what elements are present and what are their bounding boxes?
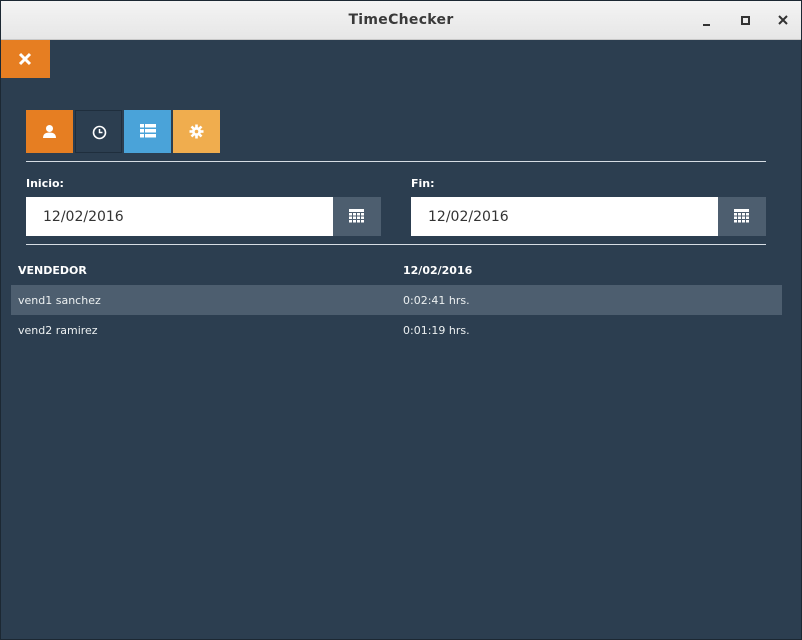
maximize-icon	[741, 16, 750, 25]
divider	[26, 244, 766, 245]
close-icon	[18, 52, 32, 66]
vendor-cell: vend2 ramirez	[18, 324, 98, 337]
table-row[interactable]: vend1 sanchez 0:02:41 hrs.	[11, 285, 782, 315]
time-report-button[interactable]	[75, 110, 122, 153]
window-title: TimeChecker	[348, 12, 454, 28]
window-close-button[interactable]	[772, 9, 794, 31]
vendor-cell: vend1 sanchez	[18, 294, 101, 307]
clock-icon	[92, 125, 107, 140]
time-cell: 0:02:41 hrs.	[403, 294, 470, 307]
calendar-icon	[349, 209, 364, 223]
start-date-label: Inicio:	[26, 177, 64, 190]
close-icon	[778, 15, 788, 25]
app-window: TimeChecker Inicio: 12/02/2016 Fin: 12/0…	[0, 0, 802, 640]
table-header: VENDEDOR 12/02/2016	[11, 255, 782, 285]
list-button[interactable]	[124, 110, 171, 153]
calendar-icon	[734, 209, 749, 223]
time-table: VENDEDOR 12/02/2016 vend1 sanchez 0:02:4…	[11, 255, 782, 345]
list-icon	[140, 124, 156, 138]
title-bar: TimeChecker	[1, 1, 801, 40]
end-date-label: Fin:	[411, 177, 435, 190]
gear-icon	[189, 124, 204, 139]
minimize-icon	[703, 24, 710, 26]
maximize-button[interactable]	[734, 9, 756, 31]
start-date-input[interactable]	[26, 197, 333, 236]
end-date-input[interactable]	[411, 197, 718, 236]
end-date-picker-button[interactable]	[718, 197, 766, 236]
column-header-vendor[interactable]: VENDEDOR	[18, 264, 87, 277]
table-row[interactable]: vend2 ramirez 0:01:19 hrs.	[11, 315, 782, 345]
minimize-button[interactable]	[696, 9, 718, 31]
divider	[26, 161, 766, 162]
time-cell: 0:01:19 hrs.	[403, 324, 470, 337]
column-header-date[interactable]: 12/02/2016	[403, 264, 472, 277]
user-icon	[43, 125, 56, 138]
settings-button[interactable]	[173, 110, 220, 153]
exit-button[interactable]	[1, 40, 50, 78]
users-button[interactable]	[26, 110, 73, 153]
start-date-picker-button[interactable]	[333, 197, 381, 236]
